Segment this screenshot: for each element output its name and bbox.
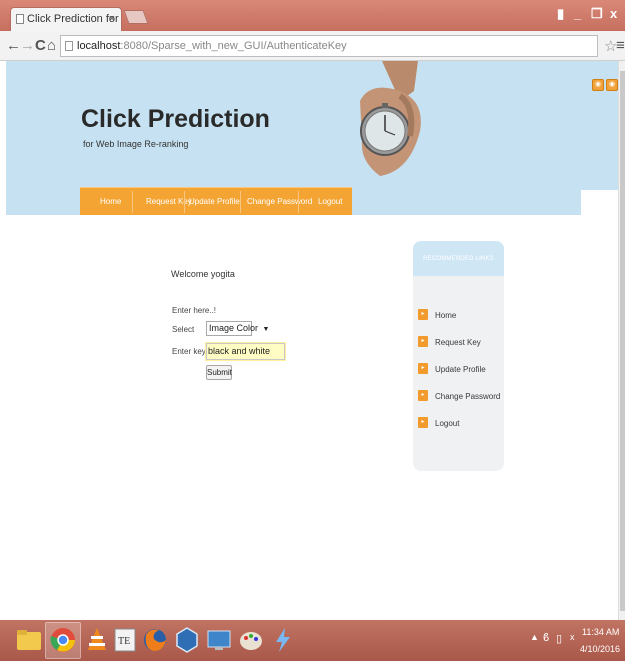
back-icon[interactable]: ← — [6, 37, 21, 54]
nav-item-change-password[interactable]: Change Password — [247, 197, 312, 206]
arrow-bullet-icon: ▸ — [418, 390, 428, 401]
sidebar-item-label: Request Key — [435, 338, 481, 347]
user-icon[interactable]: ▮ — [557, 6, 564, 22]
browser-tab[interactable]: Click Prediction for I × — [10, 7, 122, 31]
rss-icon[interactable]: ◉ — [592, 79, 604, 91]
arrow-bullet-icon: ▸ — [418, 336, 428, 347]
tab-close-icon[interactable]: × — [109, 13, 115, 25]
sidebar-item-label: Logout — [435, 419, 460, 428]
winamp-icon[interactable] — [268, 625, 298, 655]
nav-separator — [184, 191, 185, 213]
restore-button[interactable]: ❐ — [591, 6, 603, 22]
nav-item-logout[interactable]: Logout — [318, 197, 342, 206]
arrow-bullet-icon: ▸ — [418, 417, 428, 428]
svg-text:TE: TE — [118, 636, 130, 647]
nav-separator — [132, 191, 133, 213]
main-nav: Home Request Key Update Profile Change P… — [80, 187, 352, 215]
nav-item-update-profile[interactable]: Update Profile — [189, 197, 240, 206]
select-label: Select — [172, 325, 195, 334]
recommended-links-heading: RECOMMENDED LINKS — [413, 241, 504, 276]
minimize-button[interactable]: _ — [574, 6, 581, 21]
forward-icon[interactable]: → — [20, 37, 35, 54]
page-icon — [16, 14, 24, 24]
show-hidden-icons[interactable]: ▲ — [530, 632, 539, 642]
chrome-icon[interactable] — [48, 625, 78, 655]
keyword-input[interactable]: black and white — [205, 342, 286, 361]
firefox-icon[interactable] — [140, 625, 170, 655]
file-explorer-icon[interactable] — [14, 625, 44, 655]
nav-separator — [240, 191, 241, 213]
battery-icon[interactable]: ▯ — [556, 632, 562, 645]
tex-editor-icon[interactable]: TE — [110, 625, 140, 655]
browser-titlebar: Click Prediction for I × ▮ _ ❐ x — [0, 0, 625, 31]
clock-date[interactable]: 4/10/2016 — [580, 644, 620, 654]
rss-icon[interactable]: ◉ — [606, 79, 618, 91]
vlc-icon[interactable] — [82, 625, 112, 655]
site-title: Click Prediction — [81, 105, 270, 133]
remote-desktop-icon[interactable] — [204, 625, 234, 655]
reload-icon[interactable]: C — [35, 37, 46, 54]
sidebar-item-label: Home — [435, 311, 457, 320]
scrollbar-thumb[interactable] — [620, 71, 625, 611]
home-icon[interactable]: ⌂ — [47, 37, 56, 54]
windows-taskbar: TE ▲ ϐ ▯ x 11:34 AM 4/10/2016 — [0, 620, 625, 661]
welcome-text: Welcome yogita — [171, 269, 235, 279]
new-tab-button[interactable] — [123, 10, 149, 24]
virtualbox-icon[interactable] — [172, 625, 202, 655]
arrow-bullet-icon: ▸ — [418, 309, 428, 320]
sidebar-item-label: Change Password — [435, 392, 501, 401]
stopwatch-hand-image — [360, 61, 421, 176]
close-window-button[interactable]: x — [610, 6, 617, 21]
chevron-down-icon: ▼ — [262, 326, 270, 333]
arrow-bullet-icon: ▸ — [418, 363, 428, 374]
banner-gap — [581, 190, 622, 350]
page-viewport: Click Prediction for Web Image Re-rankin… — [0, 61, 625, 620]
clock-time[interactable]: 11:34 AM — [582, 627, 619, 637]
sidebar-item-label: Update Profile — [435, 365, 486, 374]
volume-muted-icon[interactable]: x — [570, 632, 575, 642]
url-path: :8080/Sparse_with_new_GUI/AuthenticateKe… — [120, 40, 347, 52]
enter-here-label: Enter here..! — [172, 306, 217, 315]
browser-toolbar: ← → C ⌂ localhost:8080/Sparse_with_new_G… — [0, 31, 625, 61]
image-feature-select[interactable]: Image Color ▼ — [206, 321, 269, 336]
bluetooth-icon[interactable]: ϐ — [543, 632, 549, 644]
url-host: localhost — [77, 40, 121, 52]
site-subtitle: for Web Image Re-ranking — [83, 139, 189, 149]
recommended-links-panel: RECOMMENDED LINKS ▸ Home ▸ Request Key ▸… — [413, 241, 504, 471]
menu-icon[interactable]: ≡ — [616, 37, 625, 54]
address-bar[interactable]: localhost:8080/Sparse_with_new_GUI/Authe… — [60, 35, 598, 57]
select-value: Image Color — [209, 323, 259, 333]
page-icon — [65, 41, 73, 51]
paint-icon[interactable] — [236, 625, 266, 655]
submit-button[interactable]: Submit — [206, 365, 232, 380]
nav-separator — [298, 191, 299, 213]
vertical-scrollbar[interactable] — [618, 61, 625, 620]
nav-item-home[interactable]: Home — [100, 197, 121, 206]
